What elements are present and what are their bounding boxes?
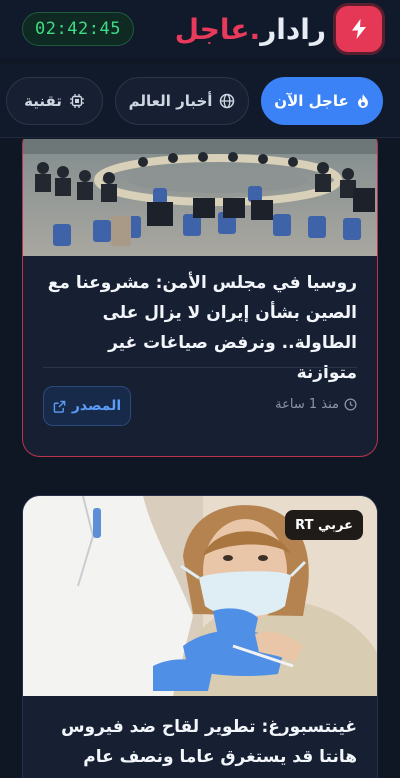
brand[interactable]: رادار.عاجل <box>175 6 382 52</box>
lightning-icon <box>336 6 382 52</box>
live-clock: 02:42:45 <box>22 12 134 46</box>
flame-icon <box>357 93 368 108</box>
article-title[interactable]: روسيا في مجلس الأمن: مشروعنا مع الصين بش… <box>43 268 357 388</box>
brand-name-dot: . <box>249 12 261 46</box>
clock-icon <box>344 398 357 411</box>
external-link-icon <box>53 400 66 413</box>
source-badge: RT عربي <box>285 510 363 540</box>
news-card[interactable]: RT عربي غينتسبورغ: تطوير لقاح ضد فيروس ه… <box>22 495 378 778</box>
tab-label: تقنية <box>24 91 62 110</box>
source-button-label: المصدر <box>71 398 122 414</box>
brand-name: رادار.عاجل <box>175 13 326 46</box>
article-time: منذ 1 ساعة <box>275 397 357 412</box>
card-divider <box>43 367 357 368</box>
tab-breaking-now[interactable]: عاجل الآن <box>261 76 383 125</box>
brand-name-part1: رادار <box>260 12 326 46</box>
app-header: 02:42:45 رادار.عاجل <box>0 0 400 58</box>
article-time-text: منذ 1 ساعة <box>275 397 339 412</box>
brand-name-part2: عاجل <box>174 12 250 46</box>
tab-label: أخبار العالم <box>128 91 213 110</box>
article-image[interactable] <box>23 139 377 256</box>
source-button[interactable]: المصدر <box>43 386 131 426</box>
chip-icon <box>69 93 84 108</box>
category-tabs: عاجل الآن أخبار العالم تقنية <box>0 64 400 138</box>
news-feed[interactable]: روسيا في مجلس الأمن: مشروعنا مع الصين بش… <box>0 139 400 778</box>
news-card[interactable]: روسيا في مجلس الأمن: مشروعنا مع الصين بش… <box>22 139 378 457</box>
tab-technology[interactable]: تقنية <box>6 76 103 125</box>
globe-icon <box>220 93 235 108</box>
article-title[interactable]: غينتسبورغ: تطوير لقاح ضد فيروس هانتا قد … <box>43 712 357 772</box>
tab-label: عاجل الآن <box>274 91 349 110</box>
tab-world-news[interactable]: أخبار العالم <box>115 76 249 125</box>
